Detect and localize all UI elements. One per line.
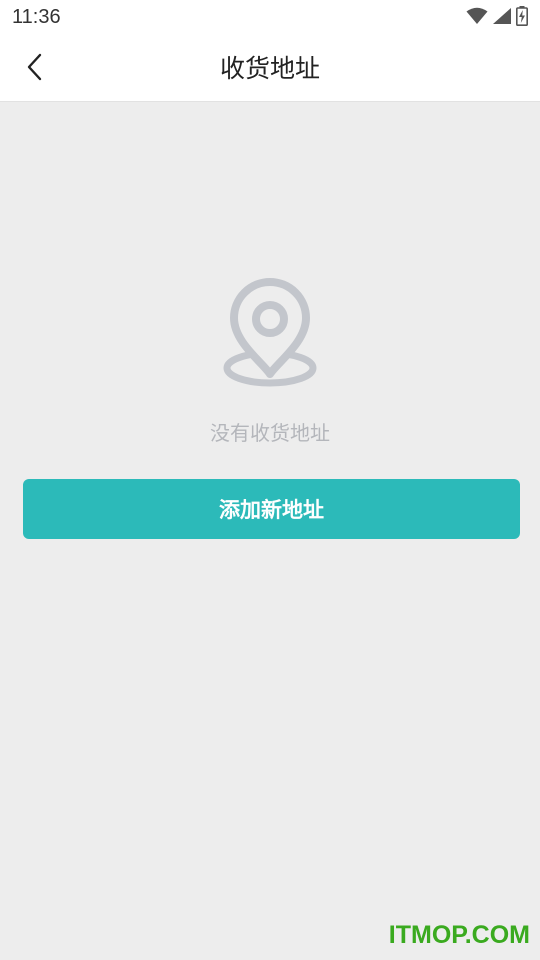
location-pin-icon <box>220 278 320 390</box>
add-address-button[interactable]: 添加新地址 <box>23 479 520 539</box>
status-bar: 11:36 <box>0 0 540 36</box>
status-time: 11:36 <box>12 6 61 28</box>
watermark: ITMOP.COM <box>388 921 530 949</box>
navigation-bar: 收货地址 <box>0 36 540 102</box>
empty-state-message: 没有收货地址 <box>210 421 330 445</box>
battery-charging-icon <box>516 6 528 30</box>
empty-state-container: 没有收货地址 添加新地址 <box>0 102 540 960</box>
page-title: 收货地址 <box>219 54 320 83</box>
cellular-signal-icon <box>492 7 512 29</box>
status-icons <box>466 6 528 30</box>
wifi-icon <box>466 7 488 29</box>
